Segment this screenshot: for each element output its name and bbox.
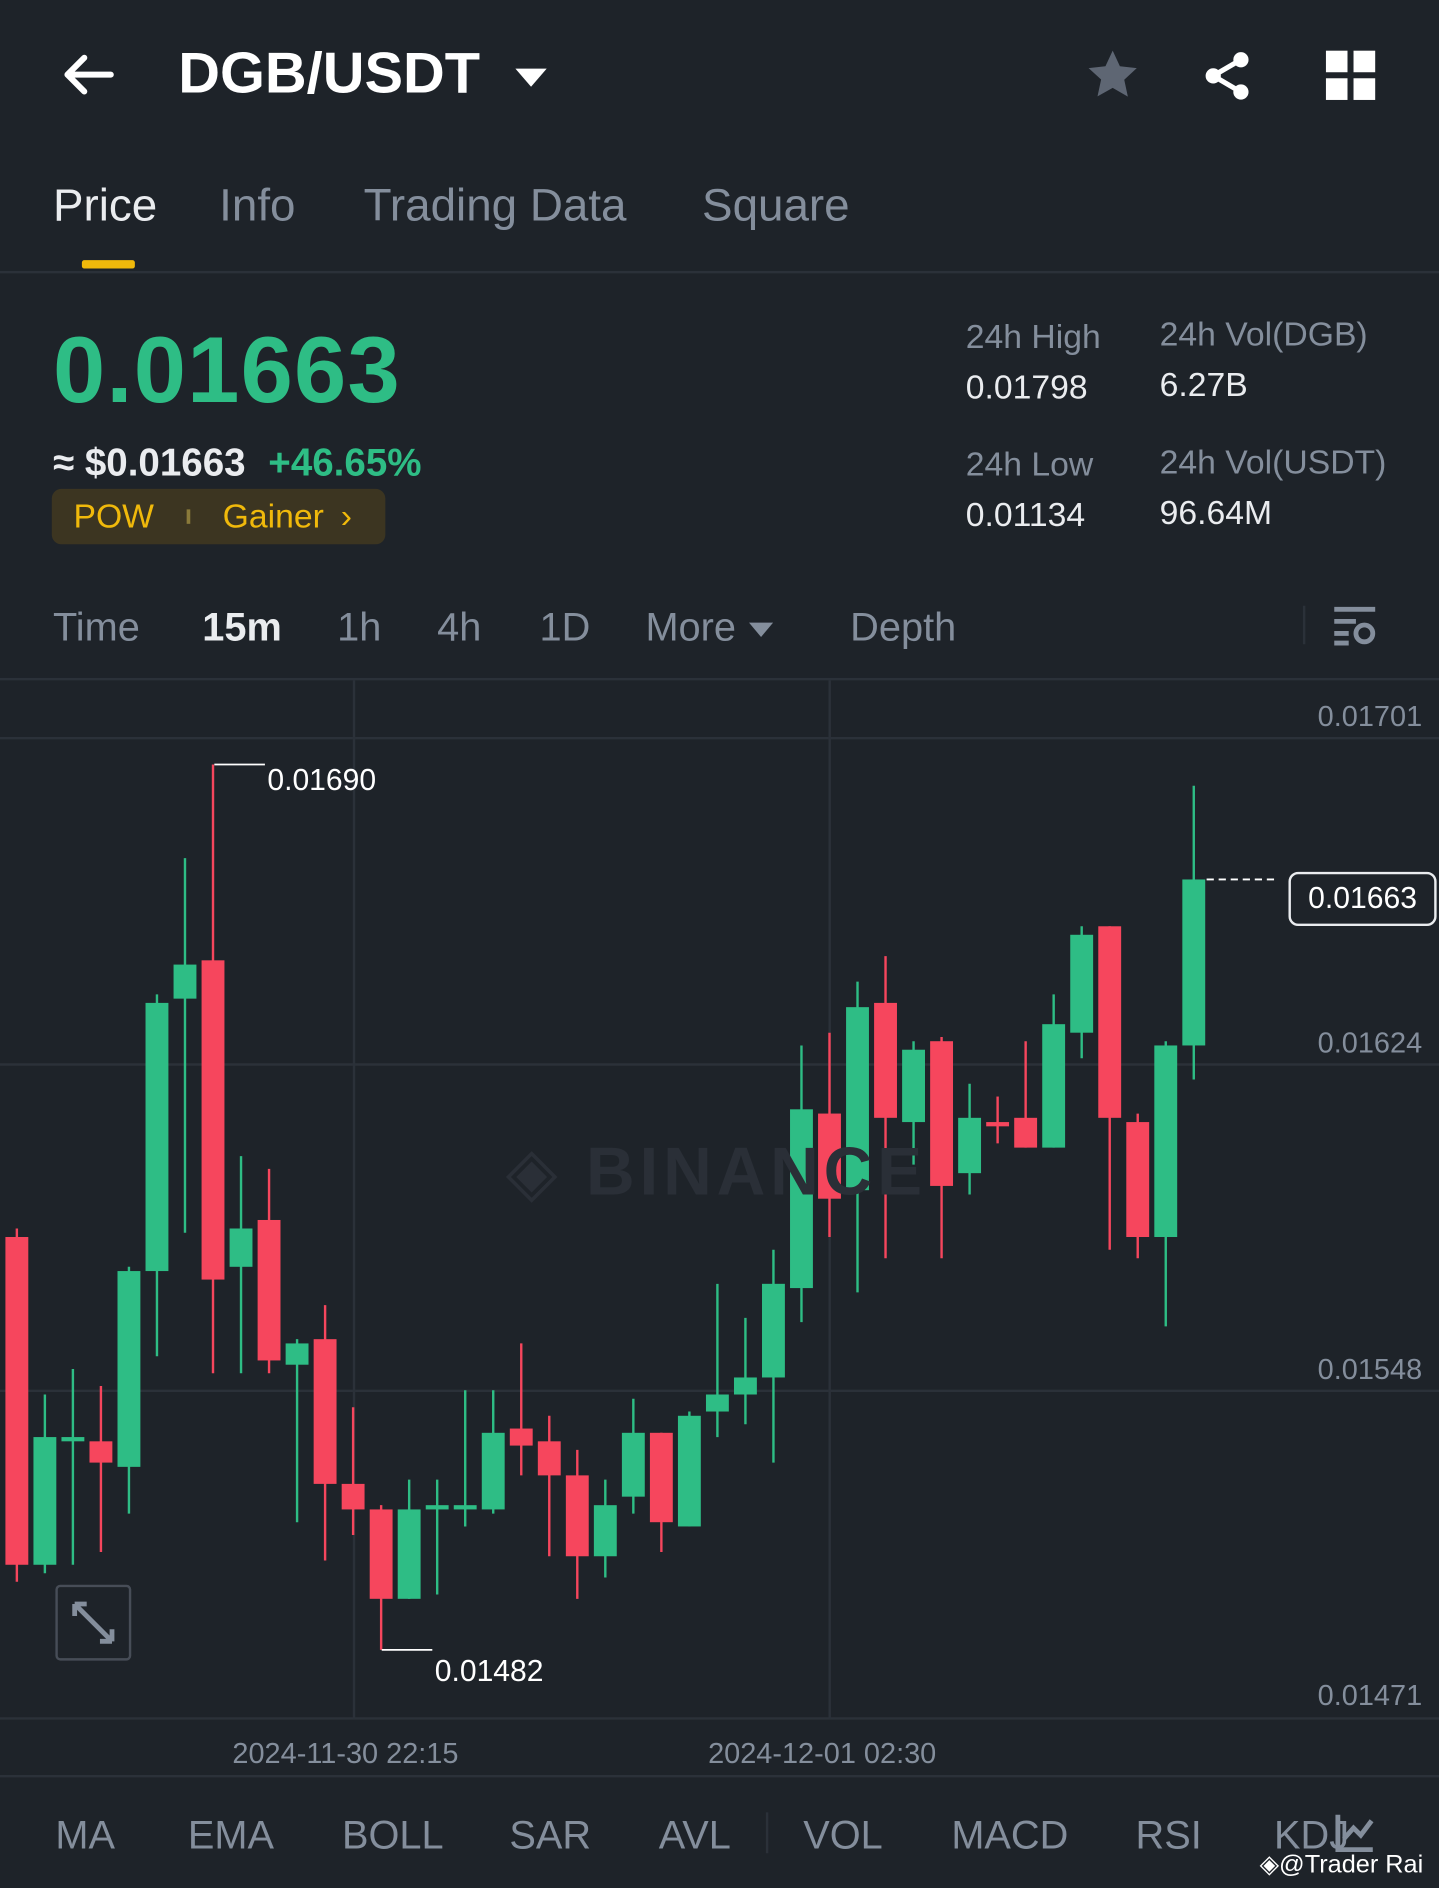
credit-watermark: ◈@Trader Rai (1259, 1850, 1424, 1879)
candle-up (593, 1505, 617, 1557)
candle-down (874, 1002, 897, 1118)
candlestick-chart[interactable] (0, 0, 1439, 1888)
candle-up (1070, 934, 1094, 1033)
candle-up (902, 1049, 925, 1123)
fullscreen-button[interactable] (55, 1584, 132, 1661)
candle-up (229, 1228, 253, 1267)
candle-up (762, 1283, 785, 1378)
indicator-ema[interactable]: EMA (188, 1812, 274, 1858)
x-tick: 2024-12-01 02:30 (708, 1737, 937, 1771)
candle-down (1098, 926, 1122, 1118)
candle-down (537, 1441, 561, 1476)
candle-up (481, 1432, 505, 1510)
y-tick: 0.01548 (1317, 1353, 1423, 1387)
candle-down (509, 1428, 533, 1446)
candle-up (705, 1394, 729, 1412)
candle-up (453, 1505, 477, 1510)
candle-up (173, 964, 197, 999)
chart-line-icon (1335, 1814, 1374, 1853)
indicator-vol[interactable]: VOL (803, 1812, 883, 1858)
watermark-text: BINANCE (585, 1133, 927, 1210)
indicator-sar[interactable]: SAR (509, 1812, 591, 1858)
watermark-logo: ◈ BINANCE (505, 1133, 927, 1210)
candle-up (117, 1271, 141, 1467)
indicator-rsi[interactable]: RSI (1136, 1812, 1202, 1858)
candle-down (89, 1441, 113, 1463)
candle-up (33, 1437, 57, 1565)
candle-down (369, 1509, 393, 1599)
candle-up (425, 1505, 449, 1510)
high-marker-label: 0.01690 (267, 763, 377, 798)
expand-icon (72, 1601, 115, 1644)
candle-up (285, 1343, 309, 1365)
candle-down (5, 1237, 29, 1565)
candle-up (1154, 1045, 1178, 1238)
candle-up (733, 1377, 757, 1395)
candle-down (565, 1475, 589, 1557)
candle-up (61, 1437, 85, 1442)
candle-down (1126, 1122, 1150, 1238)
candle-down (313, 1339, 337, 1484)
candle-up (1182, 879, 1206, 1046)
y-tick: 0.01471 (1317, 1679, 1423, 1713)
candle-up (621, 1432, 645, 1497)
candle-down (930, 1041, 954, 1186)
credit-text: @Trader Rai (1279, 1850, 1424, 1879)
indicator-boll[interactable]: BOLL (342, 1812, 444, 1858)
y-tick: 0.01701 (1317, 700, 1423, 734)
candle-down (341, 1483, 365, 1510)
candle-up (958, 1117, 982, 1174)
candle-down (1014, 1117, 1038, 1148)
divider (765, 1812, 769, 1854)
last-price-tag: 0.01663 (1288, 871, 1437, 927)
low-marker-label: 0.01482 (434, 1654, 544, 1689)
y-tick: 0.01624 (1317, 1027, 1423, 1060)
candle-down (257, 1219, 281, 1361)
candle-down (201, 960, 225, 1280)
indicator-avl[interactable]: AVL (659, 1812, 731, 1858)
divider (0, 1774, 1439, 1778)
candle-up (677, 1415, 701, 1527)
indicator-macd[interactable]: MACD (951, 1812, 1068, 1858)
candle-up (397, 1509, 421, 1599)
candle-up (145, 1002, 169, 1272)
x-tick: 2024-11-30 22:15 (232, 1737, 459, 1771)
candle-down (649, 1432, 673, 1523)
indicator-ma[interactable]: MA (55, 1812, 115, 1858)
candle-down (986, 1122, 1010, 1127)
candle-up (1042, 1024, 1066, 1148)
